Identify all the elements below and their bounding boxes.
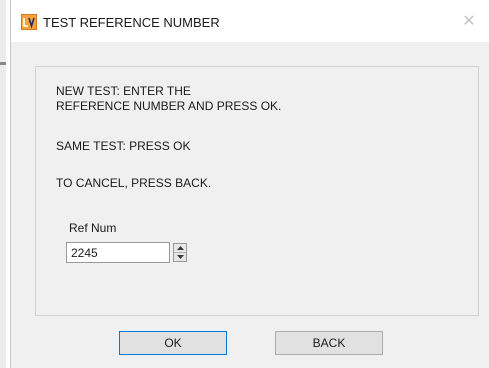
back-button[interactable]: BACK <box>275 331 383 355</box>
instruction-line-1: NEW TEST: ENTER THE <box>56 84 191 98</box>
close-icon[interactable]: ✕ <box>449 0 489 42</box>
instruction-line-4: TO CANCEL, PRESS BACK. <box>56 176 212 190</box>
instruction-line-3: SAME TEST: PRESS OK <box>56 139 191 153</box>
ref-num-stepper <box>173 243 187 262</box>
dialog-window: TEST REFERENCE NUMBER ✕ NEW TEST: ENTER … <box>10 0 489 368</box>
title-bar[interactable]: TEST REFERENCE NUMBER ✕ <box>11 0 489 42</box>
background-window-edge <box>0 0 6 368</box>
ok-button[interactable]: OK <box>119 331 227 355</box>
instruction-line-2: REFERENCE NUMBER AND PRESS OK. <box>56 99 282 113</box>
increment-arrow-icon[interactable] <box>174 244 186 252</box>
decrement-arrow-icon[interactable] <box>174 252 186 261</box>
background-window-marker <box>0 62 6 65</box>
screen: TEST REFERENCE NUMBER ✕ NEW TEST: ENTER … <box>0 0 489 368</box>
ref-num-label: Ref Num <box>69 221 117 235</box>
ref-num-input[interactable] <box>66 242 170 263</box>
labview-vi-icon <box>21 14 37 30</box>
window-title: TEST REFERENCE NUMBER <box>43 15 220 30</box>
